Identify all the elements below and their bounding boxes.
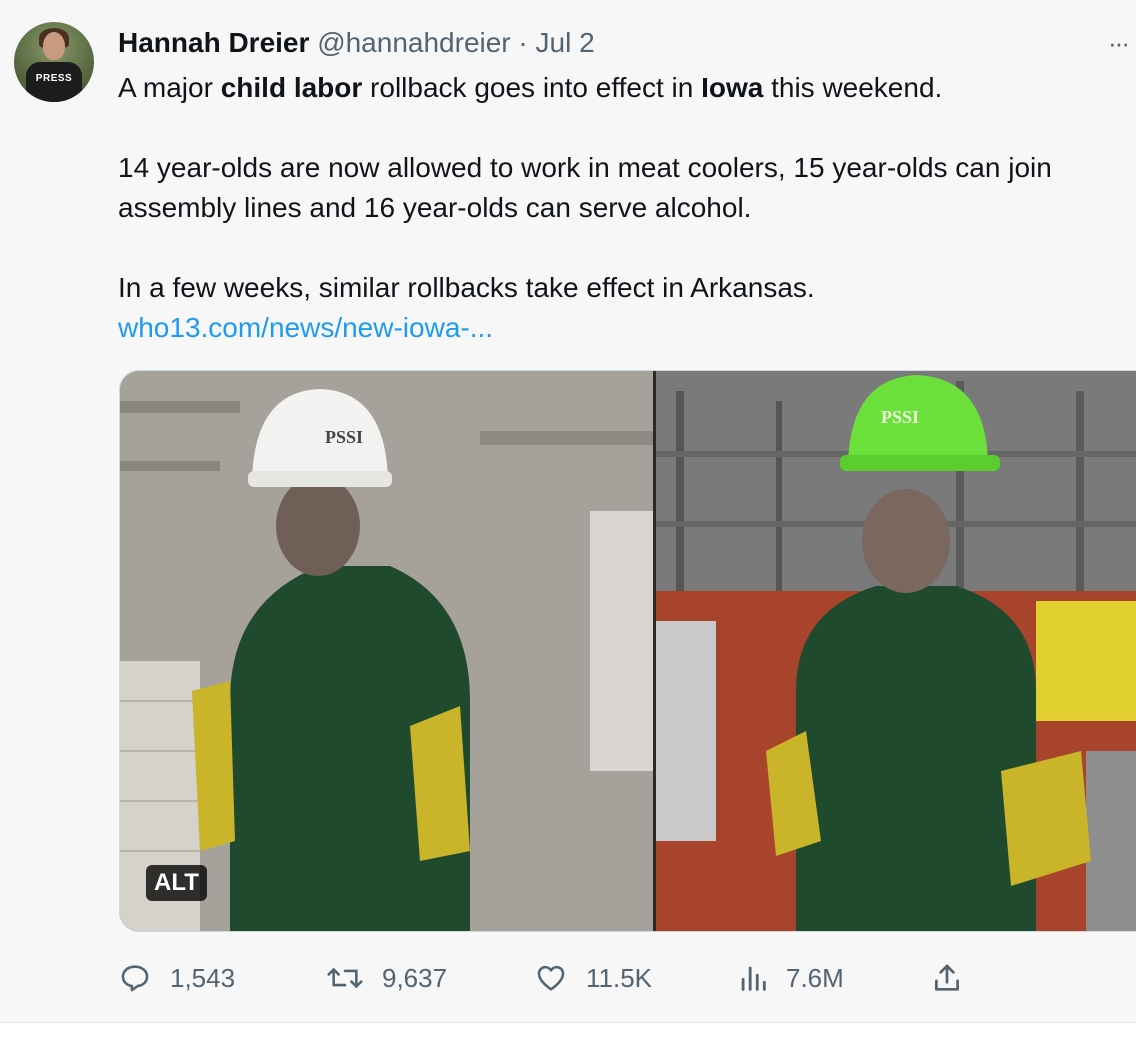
media-grid: PSSI ALT PSSI (119, 370, 1136, 932)
retweet-button[interactable]: 9,637 (326, 958, 447, 998)
share-button[interactable] (930, 958, 964, 998)
reply-button[interactable]: 1,543 (118, 958, 235, 998)
tweet-text: A major child labor rollback goes into e… (118, 68, 1136, 348)
tweet-line-3: assembly lines and 16 year-olds can serv… (118, 192, 752, 223)
reply-icon (121, 965, 149, 992)
reply-count: 1,543 (170, 962, 236, 993)
separator-dot: · (518, 27, 528, 58)
heart-icon (537, 965, 565, 991)
share-icon (935, 964, 959, 991)
photo-right[interactable]: PSSI (656, 371, 1136, 931)
retweet-count: 9,637 (382, 962, 448, 993)
author-name[interactable]: Hannah Dreier (118, 27, 309, 58)
photo-right-helmet-text: PSSI (881, 407, 919, 427)
timeline-divider (0, 1022, 1136, 1045)
tweet-line-2: 14 year-olds are now allowed to work in … (118, 152, 1052, 183)
photo-left[interactable]: PSSI ALT (120, 371, 653, 931)
more-options-icon[interactable]: ··· (1108, 26, 1136, 60)
tweet-date[interactable]: Jul 2 (536, 27, 595, 58)
tweet[interactable]: PRESS Hannah Dreier @hannahdreier · Jul … (0, 0, 1136, 1022)
views-button[interactable]: 7.6M (738, 958, 844, 998)
views-count: 7.6M (786, 962, 844, 993)
photo-left-illustration: PSSI (120, 371, 653, 931)
author-handle[interactable]: @hannahdreier (317, 27, 510, 58)
like-count: 11.5K (586, 962, 653, 993)
avatar[interactable]: PRESS (14, 22, 94, 102)
views-icon (741, 966, 766, 991)
like-button[interactable]: 11.5K (534, 958, 652, 998)
tweet-line-1: A major child labor rollback goes into e… (118, 72, 943, 103)
retweet-icon (327, 968, 363, 988)
article-link[interactable]: who13.com/news/new-iowa-... (118, 312, 493, 343)
avatar-press-label: PRESS (35, 73, 73, 84)
alt-badge[interactable]: ALT (146, 865, 207, 901)
tweet-line-4: In a few weeks, similar rollbacks take e… (118, 272, 815, 303)
photo-right-illustration: PSSI (656, 371, 1136, 931)
avatar-face (43, 32, 65, 60)
photo-left-helmet-text: PSSI (325, 427, 363, 447)
tweet-header: Hannah Dreier @hannahdreier · Jul 2 (118, 26, 595, 60)
action-bar: 1,543 9,637 11.5K 7.6M (118, 958, 1118, 998)
